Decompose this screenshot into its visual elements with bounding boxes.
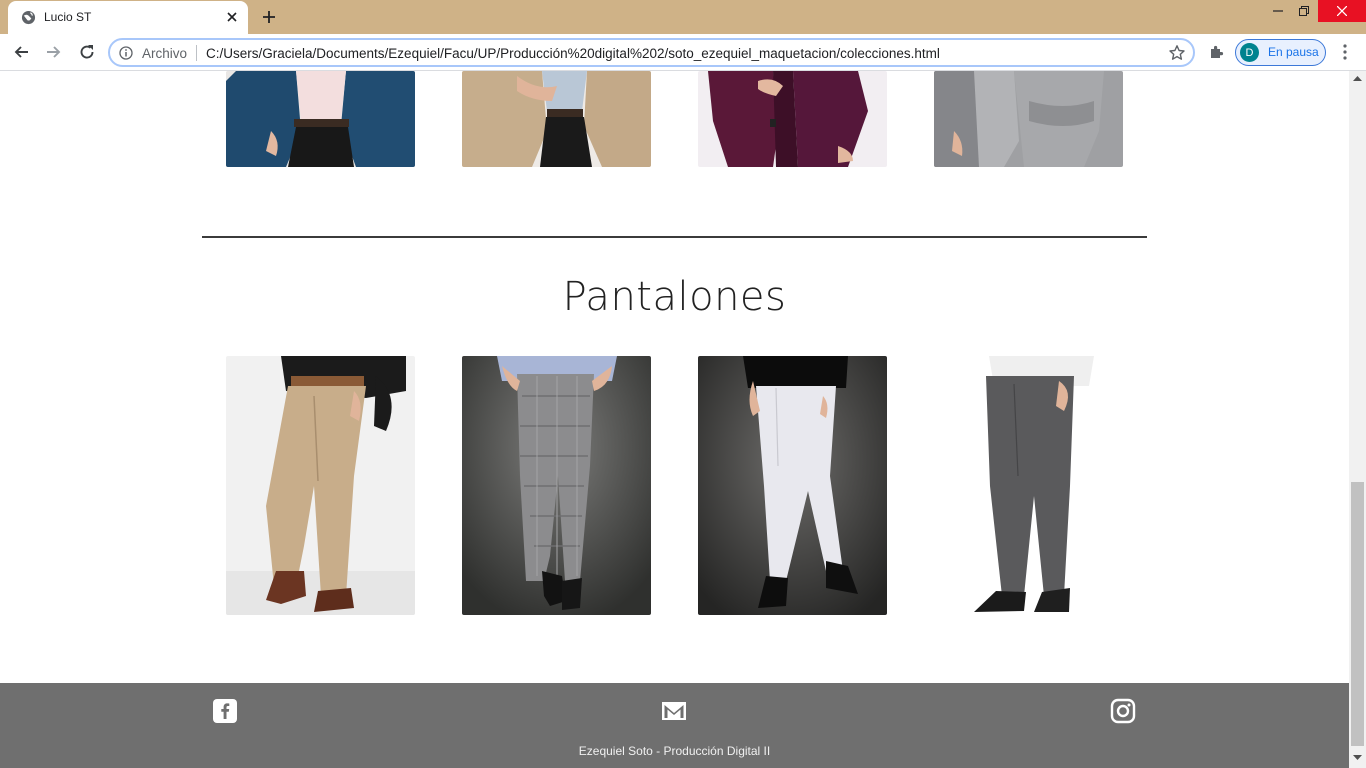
- jacket-grey-photo: [934, 71, 1123, 167]
- window-close-button[interactable]: [1318, 0, 1366, 22]
- instagram-icon[interactable]: [1110, 698, 1136, 724]
- pants-beige-photo: [226, 356, 415, 615]
- puzzle-icon[interactable]: [1208, 43, 1226, 61]
- facebook-icon[interactable]: [212, 698, 238, 724]
- forward-icon[interactable]: [43, 42, 63, 62]
- browser-toolbar: Archivo C:/Users/Graciela/Documents/Ezeq…: [0, 34, 1366, 71]
- section-title: Pantalones: [562, 274, 787, 320]
- scrollbar-thumb[interactable]: [1351, 482, 1364, 746]
- kebab-menu-icon[interactable]: [1338, 43, 1352, 61]
- page-content: Pantalones Ezequiel Soto - Producción Di…: [0, 71, 1349, 768]
- info-icon[interactable]: [119, 46, 133, 60]
- jacket-burgundy-photo: [698, 71, 887, 167]
- footer-credits: Ezequiel Soto - Producción Digital II: [578, 744, 771, 758]
- product-image-jacket-beige[interactable]: [462, 71, 651, 167]
- scroll-down-icon[interactable]: [1353, 754, 1362, 761]
- product-image-jacket-burgundy[interactable]: [698, 71, 887, 167]
- close-icon: [1337, 6, 1347, 16]
- pants-plaid-photo: [462, 356, 651, 615]
- reload-icon[interactable]: [77, 42, 97, 62]
- omnibox-divider: [196, 45, 197, 61]
- jacket-blue-photo: [226, 71, 415, 167]
- star-icon[interactable]: [1168, 44, 1186, 62]
- close-icon[interactable]: [224, 9, 240, 25]
- scroll-up-icon[interactable]: [1353, 75, 1362, 82]
- pants-grey-photo: [934, 356, 1123, 615]
- product-image-pants-beige[interactable]: [226, 356, 415, 615]
- mail-icon[interactable]: [661, 698, 687, 724]
- product-image-jacket-blue[interactable]: [226, 71, 415, 167]
- jacket-beige-photo: [462, 71, 651, 167]
- sync-status: En pausa: [1268, 45, 1319, 59]
- section-divider: [202, 236, 1147, 238]
- restore-icon: [1299, 6, 1309, 16]
- site-info-label[interactable]: Archivo: [142, 46, 187, 61]
- pants-white-photo: [698, 356, 887, 615]
- avatar: D: [1240, 43, 1259, 62]
- url-text[interactable]: C:/Users/Graciela/Documents/Ezequiel/Fac…: [206, 46, 940, 61]
- product-image-jacket-grey[interactable]: [934, 71, 1123, 167]
- tab-title: Lucio ST: [44, 10, 92, 24]
- vertical-scrollbar[interactable]: [1349, 71, 1366, 768]
- plus-icon[interactable]: [259, 7, 279, 27]
- back-icon[interactable]: [12, 42, 32, 62]
- address-bar[interactable]: Archivo C:/Users/Graciela/Documents/Ezeq…: [108, 38, 1195, 67]
- product-image-pants-plaid[interactable]: [462, 356, 651, 615]
- browser-tab[interactable]: Lucio ST: [8, 1, 248, 34]
- site-footer: Ezequiel Soto - Producción Digital II: [0, 683, 1349, 768]
- globe-icon: [21, 10, 36, 25]
- profile-button[interactable]: D En pausa: [1235, 39, 1326, 66]
- tab-strip: Lucio ST: [0, 0, 1366, 34]
- product-image-pants-grey[interactable]: [934, 356, 1123, 615]
- product-image-pants-white[interactable]: [698, 356, 887, 615]
